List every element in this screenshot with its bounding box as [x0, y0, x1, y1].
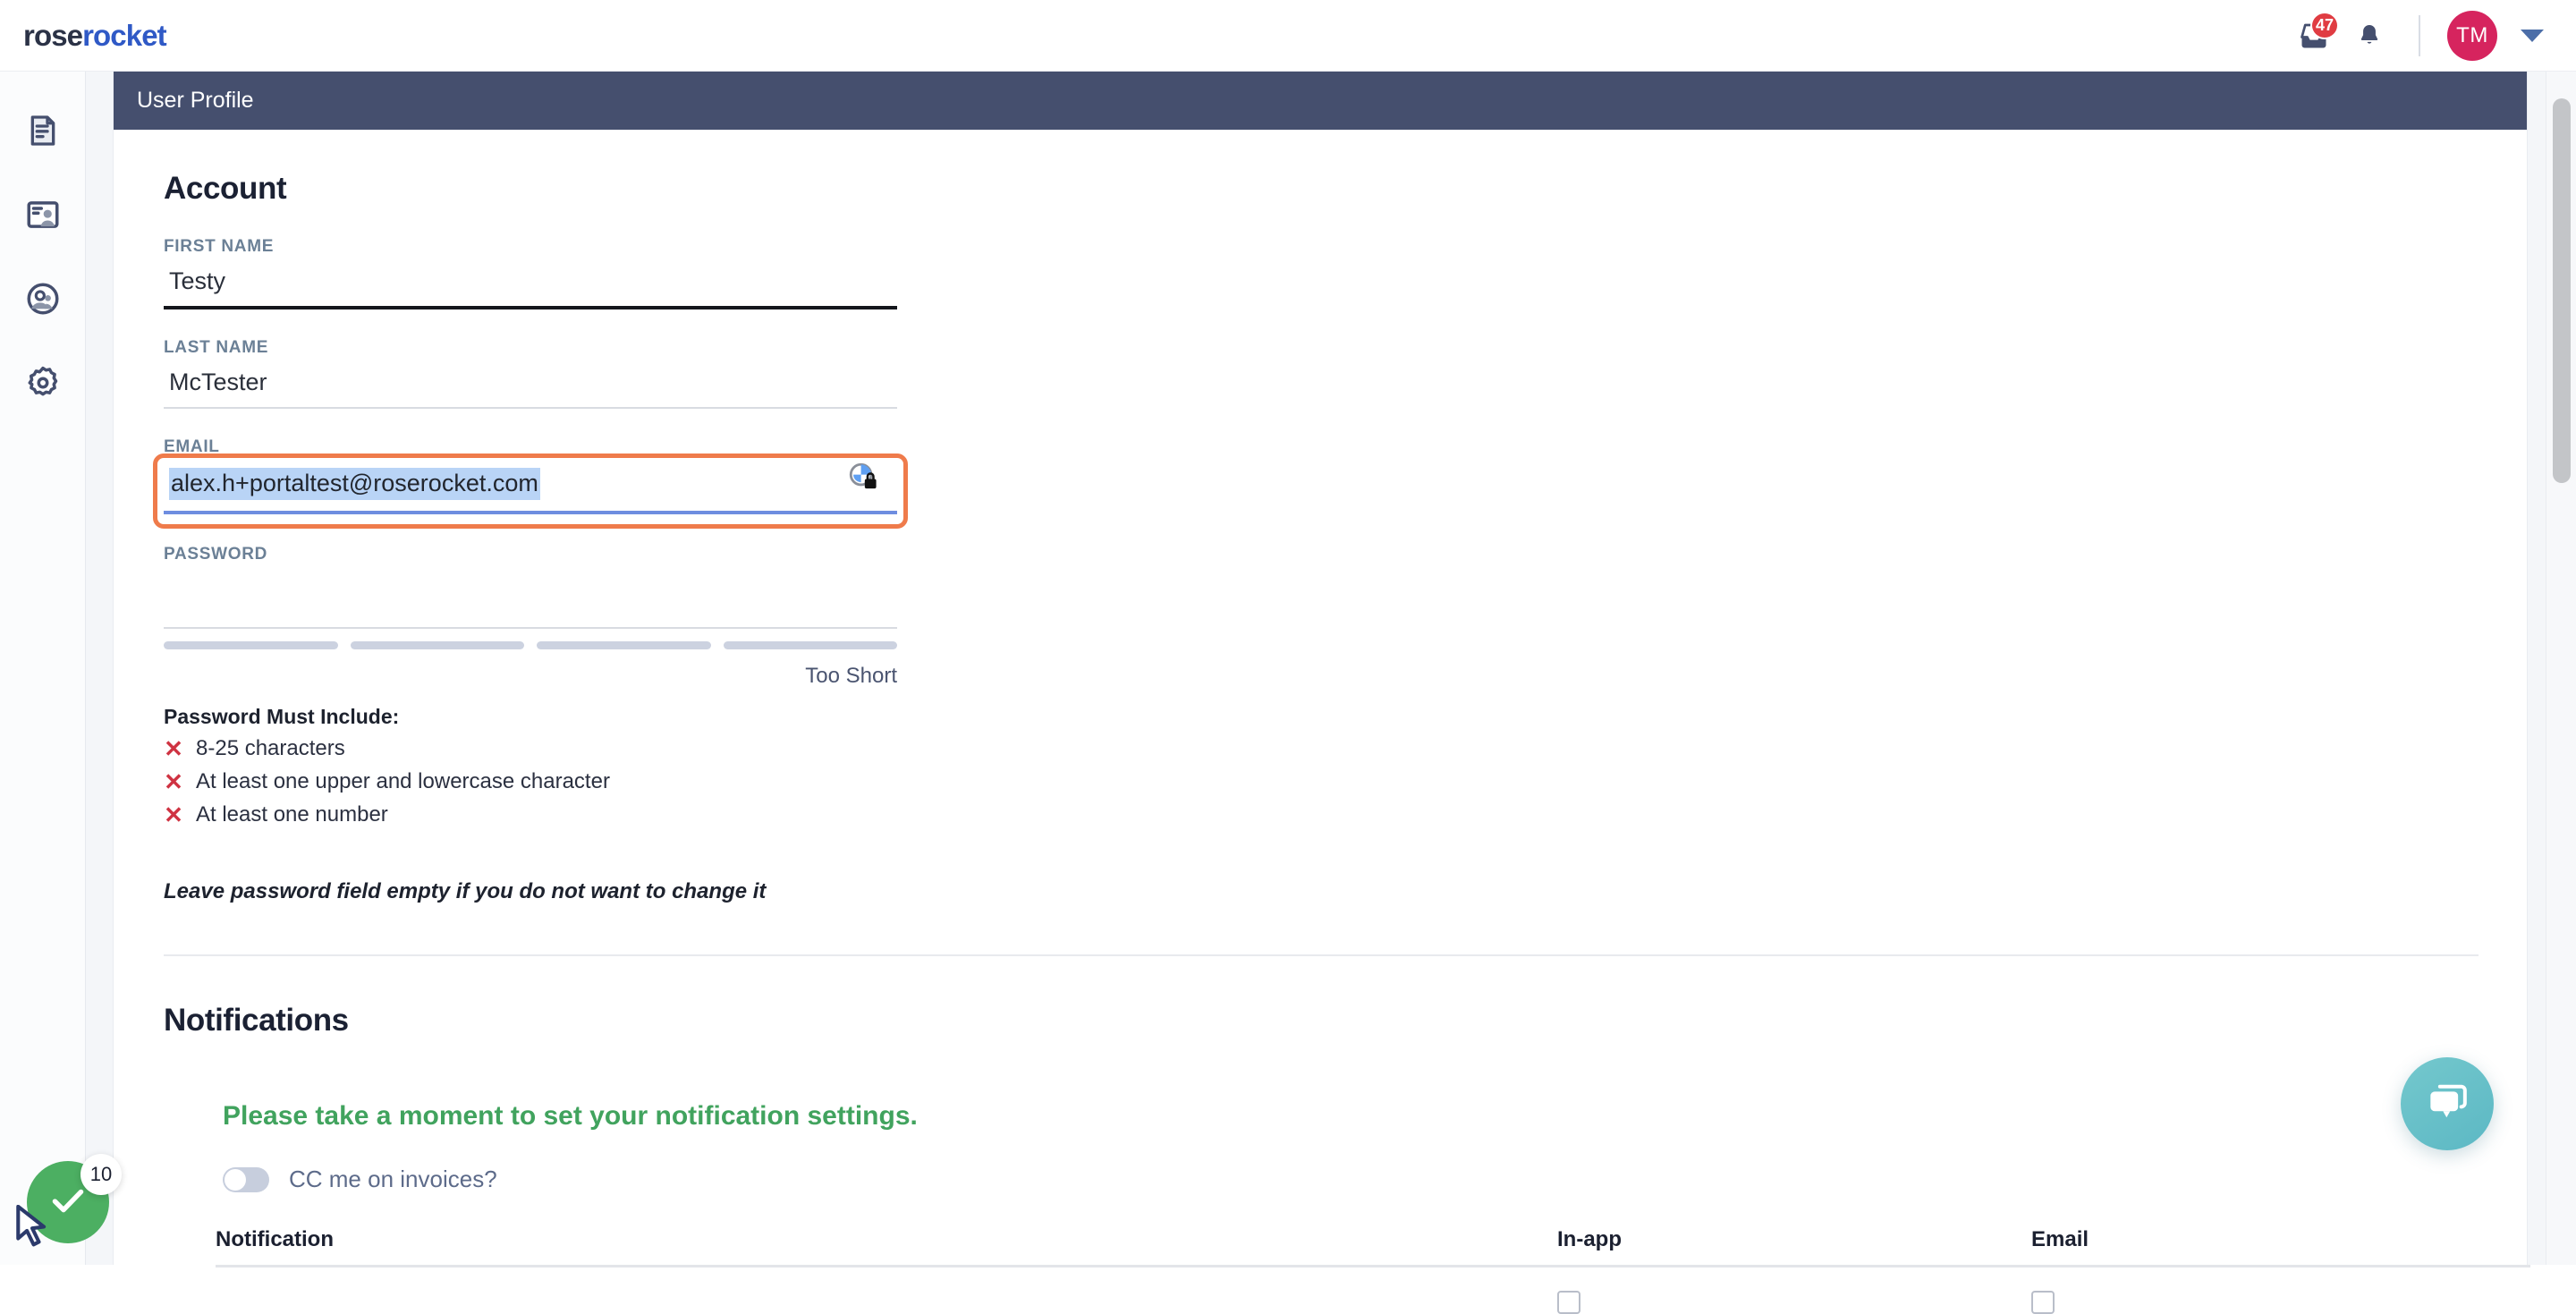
task-count-badge: 10 [80, 1154, 122, 1195]
bell-icon[interactable] [2342, 8, 2397, 64]
top-bar-actions: 47 TM [2286, 0, 2576, 71]
page-title: User Profile [137, 88, 254, 113]
account-section-title: Account [164, 171, 287, 206]
email-underline [164, 511, 897, 514]
password-hint: Leave password field empty if you do not… [164, 879, 767, 903]
sidebar-item-contacts[interactable] [18, 276, 68, 326]
sidebar-item-profile[interactable] [18, 191, 68, 242]
table-row[interactable] [216, 1267, 2530, 1314]
email-checkbox[interactable] [2031, 1291, 2055, 1314]
profile-card-icon [24, 196, 62, 238]
top-bar: roserocket 47 TM [0, 0, 2576, 72]
page-content: Account FIRST NAME Testy LAST NAME McTes… [114, 130, 2530, 1314]
table-cell-inapp[interactable] [1557, 1291, 2031, 1314]
x-mark-icon: ✕ [164, 735, 183, 762]
chevron-down-icon[interactable] [2521, 29, 2544, 42]
top-bar-divider [2419, 14, 2420, 56]
settings-gear-icon [24, 364, 62, 406]
page-scrollbar[interactable] [2546, 72, 2576, 1265]
strength-segment [350, 641, 524, 649]
password-strength-label: Too Short [805, 664, 897, 688]
password-input[interactable] [164, 572, 897, 627]
section-divider [164, 954, 2479, 956]
logo-text-secondary: rocket [82, 18, 167, 52]
email-field[interactable]: EMAIL alex.h+portaltest@roserocket.com [153, 437, 908, 529]
notifications-prompt: Please take a moment to set your notific… [223, 1101, 918, 1131]
first-name-underline [164, 306, 897, 309]
first-name-input[interactable]: Testy [164, 264, 897, 306]
email-label: EMAIL [164, 437, 220, 456]
logo-text-primary: rose [23, 18, 83, 52]
strength-segment [723, 641, 897, 649]
x-mark-icon: ✕ [164, 801, 183, 828]
account-form: FIRST NAME Testy LAST NAME McTester EMAI… [153, 237, 908, 904]
strength-segment [164, 641, 338, 649]
contacts-icon [24, 280, 62, 322]
orders-icon [25, 113, 61, 153]
content-sheet: User Profile Account FIRST NAME Testy LA… [113, 72, 2530, 1314]
password-underline [164, 627, 897, 629]
notifications-section-title: Notifications [164, 1003, 349, 1038]
notifications-table: Notification In-app Email [216, 1227, 2530, 1314]
chat-widget-button[interactable] [2401, 1057, 2494, 1150]
inapp-checkbox[interactable] [1557, 1291, 1580, 1314]
column-header-notification: Notification [216, 1227, 334, 1251]
last-name-label: LAST NAME [164, 338, 269, 357]
table-header-row: Notification In-app Email [216, 1227, 2530, 1265]
app-logo[interactable]: roserocket [23, 18, 167, 53]
inbox-badge: 47 [2309, 11, 2339, 39]
requirement-label: At least one upper and lowercase charact… [196, 769, 610, 793]
sidebar-item-orders[interactable] [18, 107, 68, 157]
password-field[interactable]: PASSWORD Too Short Password Must Include… [164, 545, 897, 904]
sidebar [0, 72, 86, 1265]
password-manager-lock-icon[interactable] [847, 461, 877, 496]
requirement-item: ✕ At least one number [164, 802, 897, 827]
inbox-icon[interactable]: 47 [2286, 8, 2342, 64]
password-requirements-list: ✕ 8-25 characters ✕ At least one upper a… [164, 736, 897, 827]
chat-bubble-icon [2422, 1077, 2472, 1132]
mouse-cursor-icon [13, 1204, 54, 1256]
requirement-label: 8-25 characters [196, 736, 345, 760]
strength-segment [537, 641, 711, 649]
cc-invoices-label: CC me on invoices? [289, 1166, 497, 1192]
cc-invoices-toggle[interactable] [223, 1166, 269, 1192]
password-requirements-title: Password Must Include: [164, 705, 400, 728]
cc-invoices-row[interactable]: CC me on invoices? [223, 1166, 2477, 1193]
requirement-item: ✕ 8-25 characters [164, 736, 897, 761]
avatar[interactable]: TM [2447, 10, 2497, 61]
password-label: PASSWORD [164, 545, 268, 564]
first-name-label: FIRST NAME [164, 237, 275, 256]
requirement-item: ✕ At least one upper and lowercase chara… [164, 769, 897, 794]
scrollbar-thumb[interactable] [2553, 98, 2571, 483]
email-input-value: alex.h+portaltest@roserocket.com [169, 468, 540, 500]
email-input[interactable]: alex.h+portaltest@roserocket.com [164, 464, 897, 511]
last-name-input[interactable]: McTester [164, 365, 897, 407]
column-header-email: Email [2031, 1227, 2089, 1251]
sidebar-item-settings[interactable] [18, 360, 68, 410]
last-name-field[interactable]: LAST NAME McTester [164, 338, 897, 409]
table-cell-email[interactable] [2031, 1291, 2530, 1314]
last-name-underline [164, 407, 897, 409]
password-strength-meter [164, 641, 897, 649]
x-mark-icon: ✕ [164, 768, 183, 795]
workspace: User Profile Account FIRST NAME Testy LA… [86, 72, 2576, 1314]
requirement-label: At least one number [196, 802, 388, 827]
column-header-inapp: In-app [1557, 1227, 1622, 1251]
toggle-knob [225, 1168, 246, 1191]
page-header: User Profile [114, 72, 2527, 130]
first-name-field[interactable]: FIRST NAME Testy [164, 237, 897, 309]
